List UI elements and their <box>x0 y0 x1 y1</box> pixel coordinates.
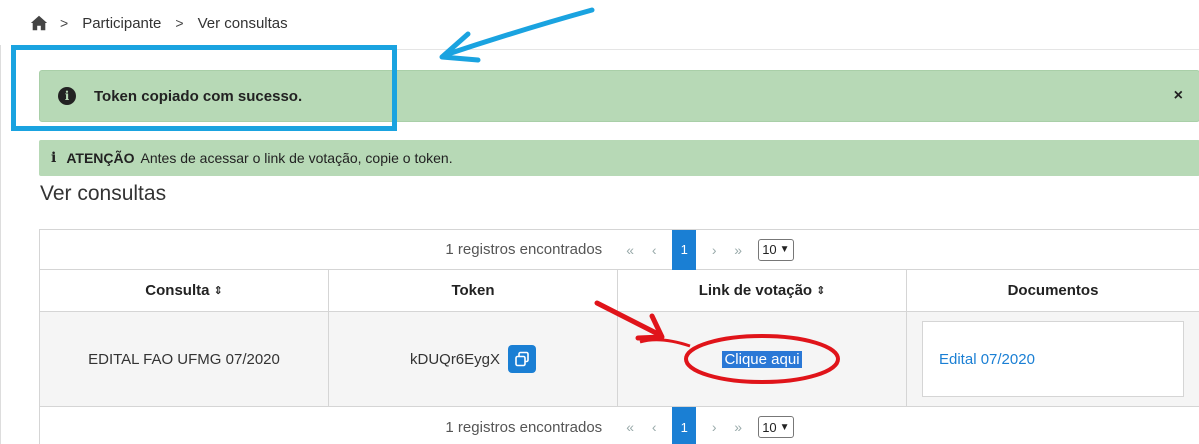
last-page-button[interactable]: » <box>726 242 750 258</box>
chevron-down-icon: ▼ <box>779 244 790 255</box>
cell-link: Clique aqui <box>618 312 907 406</box>
breadcrumb-ver-consultas: Ver consultas <box>197 14 288 32</box>
prev-page-button[interactable]: ‹ <box>642 419 666 435</box>
header-link-votacao[interactable]: Link de votação ⇕ <box>618 270 907 311</box>
copy-icon <box>515 351 529 367</box>
header-token: Token <box>329 270 618 311</box>
chevron-down-icon: ▼ <box>779 421 790 433</box>
chevron-right-icon: > <box>60 15 69 31</box>
prev-page-button[interactable]: ‹ <box>642 242 666 258</box>
document-link[interactable]: Edital 07/2020 <box>939 351 1035 368</box>
pagination-top: 1 registros encontrados « ‹ 1 › » 10 ▼ <box>40 229 1199 270</box>
first-page-button[interactable]: « <box>618 419 642 435</box>
cell-documentos: Edital 07/2020 <box>907 312 1199 406</box>
header-label: Consulta <box>145 282 210 299</box>
pagination-bottom: 1 registros encontrados « ‹ 1 › » 10 ▼ <box>40 407 1199 444</box>
first-page-button[interactable]: « <box>618 242 642 258</box>
page-title: Ver consultas <box>40 182 167 205</box>
records-count: 1 registros encontrados <box>445 241 603 258</box>
left-border <box>0 45 1 444</box>
home-icon[interactable] <box>30 14 48 32</box>
next-page-button[interactable]: › <box>702 419 726 435</box>
next-page-button[interactable]: › <box>702 242 726 258</box>
last-page-button[interactable]: » <box>726 419 750 435</box>
annotation-blue-arrow <box>439 7 595 63</box>
documents-box: Edital 07/2020 <box>922 321 1184 397</box>
header-documentos: Documentos <box>907 270 1199 311</box>
copy-token-button[interactable] <box>508 345 537 373</box>
annotation-highlight-box <box>11 45 397 131</box>
header-label: Token <box>451 282 495 299</box>
vote-link[interactable]: Clique aqui <box>722 350 802 368</box>
per-page-value: 10 <box>762 419 777 435</box>
header-consulta[interactable]: Consulta ⇕ <box>40 270 329 311</box>
consulta-name: EDITAL FAO UFMG 07/2020 <box>88 350 280 368</box>
info-icon: i <box>51 150 57 166</box>
table-row: EDITAL FAO UFMG 07/2020 kDUQr6EygX Cliqu… <box>40 312 1199 407</box>
consultas-table: 1 registros encontrados « ‹ 1 › » 10 ▼ C… <box>39 229 1199 444</box>
breadcrumb: > Participante > Ver consultas <box>30 14 298 32</box>
cell-consulta: EDITAL FAO UFMG 07/2020 <box>40 312 329 406</box>
cell-token: kDUQr6EygX <box>329 312 618 406</box>
token-value: kDUQr6EygX <box>409 350 501 368</box>
chevron-right-icon: > <box>175 15 184 31</box>
page-1-button[interactable]: 1 <box>672 407 697 444</box>
header-label: Link de votação <box>698 282 813 299</box>
sort-icon: ⇕ <box>816 285 826 297</box>
attention-text: Antes de acessar o link de votação, copi… <box>140 150 453 166</box>
close-icon[interactable]: × <box>1174 87 1183 105</box>
page-1-button[interactable]: 1 <box>672 229 697 270</box>
per-page-select[interactable]: 10 ▼ <box>758 416 794 438</box>
sort-icon: ⇕ <box>213 285 223 297</box>
per-page-value: 10 <box>762 242 777 257</box>
attention-label: ATENÇÃO <box>66 150 135 166</box>
records-count: 1 registros encontrados <box>445 418 603 436</box>
per-page-select[interactable]: 10 ▼ <box>758 238 794 261</box>
breadcrumb-participante[interactable]: Participante <box>82 15 161 32</box>
attention-alert: i ATENÇÃO Antes de acessar o link de vot… <box>39 140 1199 176</box>
header-label: Documentos <box>1007 282 1099 299</box>
table-header: Consulta ⇕ Token Link de votação ⇕ Docum… <box>40 270 1199 312</box>
